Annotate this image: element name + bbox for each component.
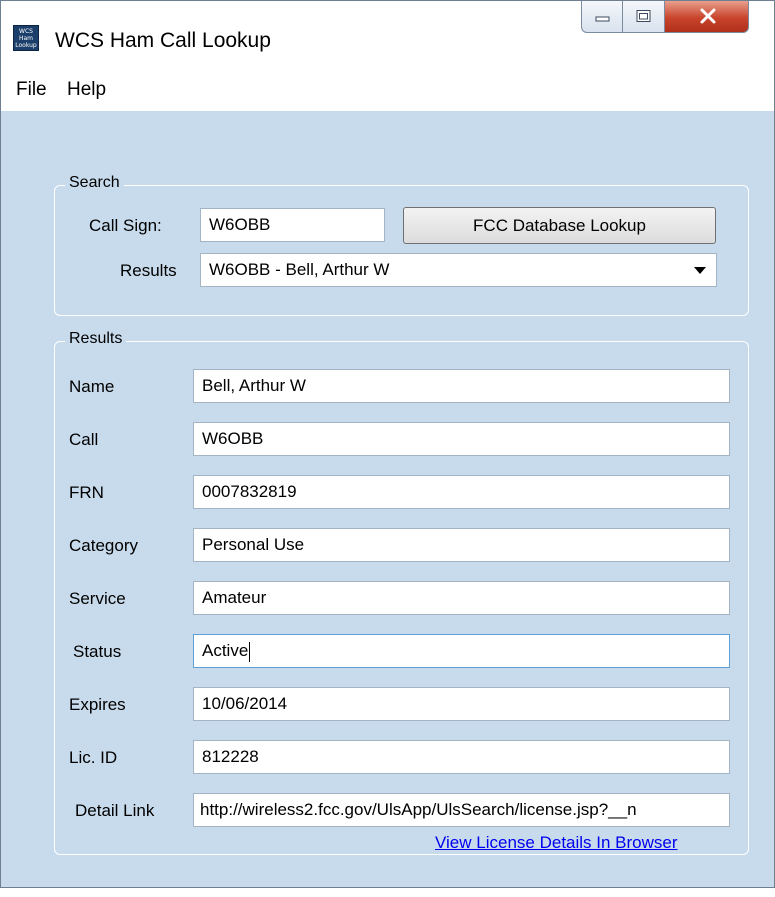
lic-id-field[interactable]: 812228 [193, 740, 730, 774]
detail-link-field[interactable]: http://wireless2.fcc.gov/UlsApp/UlsSearc… [193, 793, 730, 827]
category-label: Category [69, 536, 138, 555]
results-legend: Results [65, 330, 127, 348]
service-field[interactable]: Amateur [193, 581, 730, 615]
title-bar[interactable]: WCS Ham Lookup WCS Ham Call Lookup [1, 1, 774, 69]
menu-help[interactable]: Help [67, 79, 106, 101]
results-dropdown[interactable]: W6OBB - Bell, Arthur W [200, 253, 717, 287]
status-field[interactable]: Active [193, 634, 730, 668]
frn-label: FRN [69, 483, 104, 502]
app-icon: WCS Ham Lookup [13, 25, 39, 51]
call-field[interactable]: W6OBB [193, 422, 730, 456]
detail-link-label: Detail Link [75, 801, 155, 820]
results-dropdown-value: W6OBB - Bell, Arthur W [209, 260, 390, 279]
chevron-down-icon [694, 267, 706, 274]
status-value: Active [202, 641, 249, 660]
menu-bar: File Help [1, 69, 774, 111]
call-sign-label: Call Sign: [89, 216, 162, 235]
service-label: Service [69, 589, 126, 608]
minimize-button[interactable] [581, 1, 623, 33]
search-group: Search Call Sign: W6OBB FCC Database Loo… [54, 174, 749, 316]
close-icon [700, 8, 716, 24]
view-license-link[interactable]: View License Details In Browser [435, 833, 678, 853]
frn-field[interactable]: 0007832819 [193, 475, 730, 509]
results-dropdown-label: Results [120, 261, 177, 280]
maximize-icon [636, 10, 651, 22]
expires-field[interactable]: 10/06/2014 [193, 687, 730, 721]
menu-file[interactable]: File [16, 79, 47, 101]
results-group: Results Name Bell, Arthur W Call W6OBB F… [54, 330, 749, 855]
name-field[interactable]: Bell, Arthur W [193, 369, 730, 403]
category-field[interactable]: Personal Use [193, 528, 730, 562]
minimize-icon [595, 16, 610, 22]
search-legend: Search [65, 174, 124, 192]
window-title: WCS Ham Call Lookup [55, 29, 271, 52]
app-window: WCS Ham Lookup WCS Ham Call Lookup File … [0, 0, 775, 888]
maximize-button[interactable] [623, 1, 665, 33]
text-cursor [249, 641, 251, 662]
name-label: Name [69, 377, 115, 396]
lic-id-label: Lic. ID [69, 748, 118, 767]
expires-label: Expires [69, 695, 126, 714]
fcc-lookup-button[interactable]: FCC Database Lookup [403, 207, 716, 244]
close-button[interactable] [665, 1, 749, 33]
call-label: Call [69, 430, 99, 449]
status-label: Status [73, 642, 122, 661]
call-sign-input[interactable]: W6OBB [200, 208, 385, 242]
